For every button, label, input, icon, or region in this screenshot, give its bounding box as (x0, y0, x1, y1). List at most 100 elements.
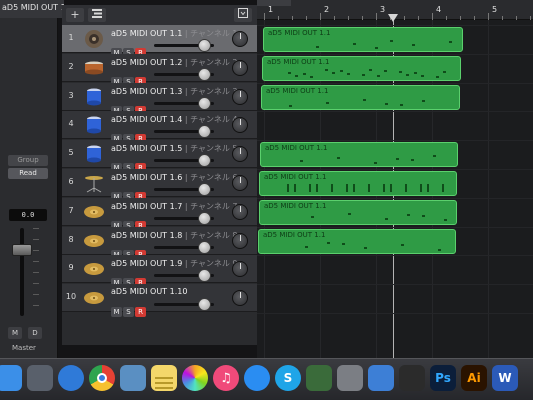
ruler-tick (446, 16, 447, 20)
cymbal-icon[interactable] (83, 258, 105, 280)
master-fader-track[interactable] (20, 228, 24, 316)
finder-icon[interactable] (0, 365, 22, 391)
midi-region[interactable]: aD5 MIDI OUT 1.1 (260, 142, 458, 168)
track-list-icon[interactable] (88, 8, 106, 22)
track-name[interactable]: aD5 MIDI OUT 1.4 | チャンネル 4 (111, 114, 251, 125)
pan-knob[interactable] (232, 59, 248, 76)
solo-button[interactable]: S (123, 307, 134, 318)
midi-note (353, 184, 355, 192)
tom-drum-icon[interactable] (83, 86, 105, 108)
midi-region[interactable]: aD5 MIDI OUT 1.1 (259, 171, 457, 196)
pan-knob[interactable] (232, 117, 248, 134)
snare-drum-icon[interactable] (83, 57, 105, 79)
midi-region[interactable]: aD5 MIDI OUT 1.1 (259, 199, 457, 225)
pan-knob[interactable] (232, 88, 248, 105)
word-icon[interactable]: W (492, 365, 518, 391)
master-mute-button[interactable]: M (8, 327, 22, 339)
track-name[interactable]: aD5 MIDI OUT 1.8 | チャンネル 8 (111, 230, 251, 241)
record-enable-button[interactable]: R (135, 307, 146, 318)
track-name[interactable]: aD5 MIDI OUT 1.1 | チャンネル 1 (111, 28, 251, 39)
track-header-3[interactable]: 3 aD5 MIDI OUT 1.3 | チャンネル 3 MSR (62, 82, 257, 116)
download-icon[interactable] (234, 8, 252, 22)
ruler-tick (292, 16, 293, 20)
track-name[interactable]: aD5 MIDI OUT 1.10 (111, 287, 251, 296)
hihat-icon[interactable] (83, 172, 105, 194)
midi-region[interactable]: aD5 MIDI OUT 1.1 (262, 55, 461, 81)
cymbal-icon[interactable] (83, 230, 105, 252)
track-name[interactable]: aD5 MIDI OUT 1.2 | チャンネル 2 (111, 57, 251, 68)
midi-region[interactable]: aD5 MIDI OUT 1.1 (258, 228, 456, 254)
chrome-icon[interactable] (89, 365, 115, 391)
pan-knob[interactable] (232, 175, 248, 191)
track-header-7[interactable]: 7 aD5 MIDI OUT 1.7 | チャンネル 7 MSR (62, 197, 257, 231)
master-fader-handle[interactable] (12, 244, 32, 256)
track-name[interactable]: aD5 MIDI OUT 1.3 | チャンネル 3 (111, 86, 251, 97)
final-cut-icon[interactable] (399, 365, 425, 391)
automation-read-button[interactable]: Read (8, 168, 48, 179)
midi-note (342, 242, 345, 245)
track-name[interactable]: aD5 MIDI OUT 1.6 | チャンネル 6 (111, 172, 251, 183)
mute-button[interactable]: M (111, 307, 122, 318)
add-track-button[interactable]: + (66, 8, 84, 22)
tracks-area[interactable]: 123456 aD5 MIDI OUT 1.1aD5 MIDI OUT 1.1a… (257, 0, 533, 358)
skype-icon[interactable]: S (275, 365, 301, 391)
track-header-1[interactable]: 1 aD5 MIDI OUT 1.1 | チャンネル 1 MSR (62, 25, 257, 58)
tom-drum-icon[interactable] (83, 114, 105, 136)
midi-note (331, 184, 333, 192)
pan-knob[interactable] (232, 290, 248, 307)
safari-icon[interactable] (58, 365, 84, 391)
pan-knob[interactable] (232, 261, 248, 278)
notes-icon[interactable] (151, 365, 177, 391)
pan-knob[interactable] (232, 232, 248, 249)
track-header-9[interactable]: 9 aD5 MIDI OUT 1.9 | チャンネル 9 MSR (62, 255, 257, 289)
track-header-6[interactable]: 6 aD5 MIDI OUT 1.6 | チャンネル 6 MSR (62, 169, 257, 202)
pan-knob[interactable] (232, 31, 248, 47)
cymbal-icon[interactable] (83, 201, 105, 223)
track-channel-label: チャンネル 5 (190, 144, 238, 154)
preview-icon[interactable] (120, 365, 146, 391)
track-volume-knob[interactable] (198, 269, 211, 283)
track-volume-knob[interactable] (198, 96, 211, 110)
tom-drum-icon[interactable] (83, 143, 105, 165)
track-volume-knob[interactable] (198, 298, 211, 312)
track-header-2[interactable]: 2 aD5 MIDI OUT 1.2 | チャンネル 2 MSR (62, 53, 257, 87)
track-name[interactable]: aD5 MIDI OUT 1.5 | チャンネル 5 (111, 143, 251, 154)
group-button[interactable]: Group (8, 155, 48, 166)
app-store-icon[interactable] (244, 365, 270, 391)
midi-region[interactable]: aD5 MIDI OUT 1.1 (261, 84, 460, 110)
track-volume-knob[interactable] (198, 67, 211, 81)
midi-note (300, 160, 303, 163)
pan-knob[interactable] (232, 146, 248, 163)
track-volume-knob[interactable] (198, 211, 211, 225)
track-name[interactable]: aD5 MIDI OUT 1.9 | チャンネル 9 (111, 258, 251, 269)
track-volume-knob[interactable] (198, 240, 211, 254)
track-header-4[interactable]: 4 aD5 MIDI OUT 1.4 | チャンネル 4 MSR (62, 111, 257, 145)
cycle-region[interactable] (257, 0, 291, 6)
track-name[interactable]: aD5 MIDI OUT 1.7 | チャンネル 7 (111, 201, 251, 212)
track-volume-knob[interactable] (198, 154, 211, 168)
track-channel-label: チャンネル 2 (190, 57, 238, 67)
midi-note (442, 184, 444, 192)
track-header-8[interactable]: 8 aD5 MIDI OUT 1.8 | チャンネル 8 MSR (62, 226, 257, 260)
track-header-10[interactable]: 10 aD5 MIDI OUT 1.10 MSR (62, 284, 257, 318)
itunes-icon[interactable]: ♫ (213, 365, 239, 391)
track-volume-knob[interactable] (198, 39, 211, 52)
cymbal-icon[interactable] (83, 287, 105, 309)
track-header-5[interactable]: 5 aD5 MIDI OUT 1.5 | チャンネル 5 MSR (62, 140, 257, 174)
master-dim-button[interactable]: D (28, 327, 42, 339)
pan-knob[interactable] (232, 203, 248, 220)
midi-note (443, 70, 446, 73)
keynote-icon[interactable] (368, 365, 394, 391)
launchpad-rocket-icon[interactable] (27, 365, 53, 391)
guitar-amp-icon[interactable] (83, 28, 105, 50)
track-volume-knob[interactable] (198, 183, 211, 196)
display-icon[interactable] (306, 365, 332, 391)
midi-note (383, 184, 385, 192)
photos-icon[interactable] (182, 365, 208, 391)
system-preferences-icon[interactable] (337, 365, 363, 391)
photoshop-icon[interactable]: Ps (430, 365, 456, 391)
midi-region[interactable]: aD5 MIDI OUT 1.1 (263, 27, 463, 52)
illustrator-icon[interactable]: Ai (461, 365, 487, 391)
track-volume-knob[interactable] (198, 125, 211, 139)
lane-divider (257, 140, 533, 142)
